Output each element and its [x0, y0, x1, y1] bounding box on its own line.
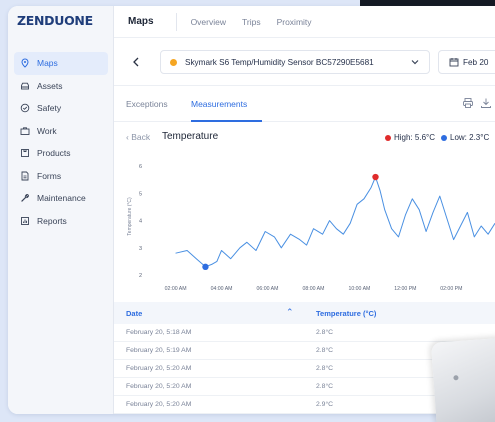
print-icon[interactable] [462, 97, 474, 109]
sidebar-item-label: Work [37, 125, 57, 136]
low-marker [202, 263, 209, 271]
date-label: Feb 20 [463, 57, 489, 67]
divider [175, 12, 177, 31]
x-tick-label: 06:00 AM [257, 286, 279, 292]
app-window: ZENDUONE Maps Assets Safety Work Product… [8, 6, 495, 414]
sidebar-item-assets[interactable]: Assets [14, 75, 108, 98]
sidebar-item-label: Maps [37, 58, 58, 69]
tab-proximity[interactable]: Proximity [277, 17, 312, 27]
x-tick-label: 10:00 AM [348, 286, 370, 292]
cell-date: February 20, 5:20 AM [126, 383, 192, 390]
cell-temperature: 2.8°C [316, 383, 334, 390]
sidebar-item-label: Reports [37, 215, 67, 226]
chevron-left-icon [133, 57, 139, 67]
chart-canvas: Temperature (°C) 2 3 4 5 6 02:00 AM 04:00 AM 06:… [127, 164, 495, 292]
y-tick-label: 3 [139, 246, 142, 252]
sidebar-item-label: Assets [37, 80, 63, 91]
column-header-temperature[interactable]: Temperature (°C) [316, 309, 376, 318]
x-tick-label: 08:00 AM [302, 286, 324, 292]
temperature-chart: Temperature (°C) 2 3 4 5 6 02:00 AM 04:00 AM 06:… [114, 150, 495, 298]
sensor-name: Skymark S6 Temp/Humidity Sensor BC57290E… [185, 57, 374, 67]
selector-bar: Skymark S6 Temp/Humidity Sensor BC57290E… [114, 38, 495, 86]
y-axis-label: Temperature (°C) [127, 197, 133, 236]
high-marker-dot [385, 134, 391, 141]
sensor-status-dot [170, 58, 177, 66]
table-row[interactable]: February 20, 5:18 AM 2.8°C [114, 324, 495, 342]
cell-date: February 20, 5:19 AM [126, 347, 192, 354]
sidebar-item-forms[interactable]: Forms [14, 165, 108, 188]
download-icon[interactable] [480, 97, 492, 109]
sidebar-item-work[interactable]: Work [14, 120, 108, 143]
app-logo: ZENDUONE [17, 13, 93, 28]
high-marker [372, 173, 379, 181]
chart-legend: High: 5.6°C Low: 2.3°C [385, 133, 489, 142]
cell-temperature: 2.9°C [316, 401, 334, 408]
tab-exceptions[interactable]: Exceptions [126, 99, 168, 109]
table-header: Date ⌃ Temperature (°C) [114, 302, 495, 324]
shield-check-icon [20, 104, 30, 113]
y-tick-label: 6 [139, 164, 142, 170]
y-tick-label: 2 [139, 273, 142, 279]
x-tick-label: 04:00 AM [211, 286, 233, 292]
sidebar-item-label: Safety [37, 103, 62, 114]
chart-title: Temperature [162, 131, 219, 142]
temperature-series-line [175, 176, 495, 268]
chart-header: ‹ Back Temperature High: 5.6°C Low: 2.3°… [114, 122, 495, 150]
box-icon [21, 149, 29, 158]
x-tick-label: 02:00 AM [165, 286, 187, 292]
legend-low: Low: 2.3°C [450, 133, 490, 142]
sidebar-item-label: Maintenance [37, 193, 86, 204]
tab-measurements[interactable]: Measurements [191, 99, 247, 109]
cell-temperature: 2.8°C [316, 347, 334, 354]
sidebar: ZENDUONE Maps Assets Safety Work Product… [8, 6, 114, 414]
sidebar-item-maintenance[interactable]: Maintenance [14, 187, 108, 210]
back-link[interactable]: ‹ Back [126, 132, 150, 142]
document-icon [21, 171, 29, 181]
sensor-device-image [430, 337, 495, 422]
cell-temperature: 2.8°C [316, 365, 334, 372]
tab-bar: Exceptions Measurements [114, 86, 495, 122]
column-header-date[interactable]: Date [126, 309, 142, 318]
calendar-icon [449, 58, 459, 67]
tab-overview[interactable]: Overview [191, 17, 226, 27]
sidebar-item-products[interactable]: Products [14, 142, 108, 165]
y-tick-label: 5 [139, 191, 142, 197]
page-title: Maps [128, 16, 154, 27]
car-icon [21, 82, 29, 90]
chart-icon [21, 216, 29, 225]
tab-trips[interactable]: Trips [242, 17, 261, 27]
sidebar-nav: Maps Assets Safety Work Products Forms M… [14, 52, 108, 232]
legend-high: High: 5.6°C [394, 133, 435, 142]
sidebar-item-maps[interactable]: Maps [14, 52, 108, 75]
low-marker-dot [441, 134, 447, 141]
location-pin-icon [21, 58, 29, 68]
sidebar-item-label: Forms [37, 170, 62, 181]
sidebar-item-reports[interactable]: Reports [14, 210, 108, 233]
wrench-icon [21, 194, 29, 203]
chevron-down-icon [411, 60, 419, 65]
cell-date: February 20, 5:18 AM [126, 329, 192, 336]
device-detail [453, 375, 459, 381]
sort-icon[interactable]: ⌃ [286, 307, 294, 318]
sidebar-item-label: Products [37, 148, 71, 159]
briefcase-icon [20, 127, 30, 135]
date-picker[interactable]: Feb 20 [438, 50, 495, 74]
x-tick-label: 12:00 PM [394, 286, 416, 292]
cell-date: February 20, 5:20 AM [126, 365, 192, 372]
back-button[interactable] [126, 52, 146, 72]
x-tick-label: 02:00 PM [440, 286, 462, 292]
cell-temperature: 2.8°C [316, 329, 334, 336]
sensor-select[interactable]: Skymark S6 Temp/Humidity Sensor BC57290E… [160, 50, 430, 74]
y-tick-label: 4 [139, 219, 142, 225]
sidebar-item-safety[interactable]: Safety [14, 97, 108, 120]
top-bar: Maps Overview Trips Proximity [114, 6, 495, 38]
cell-date: February 20, 5:20 AM [126, 401, 192, 408]
